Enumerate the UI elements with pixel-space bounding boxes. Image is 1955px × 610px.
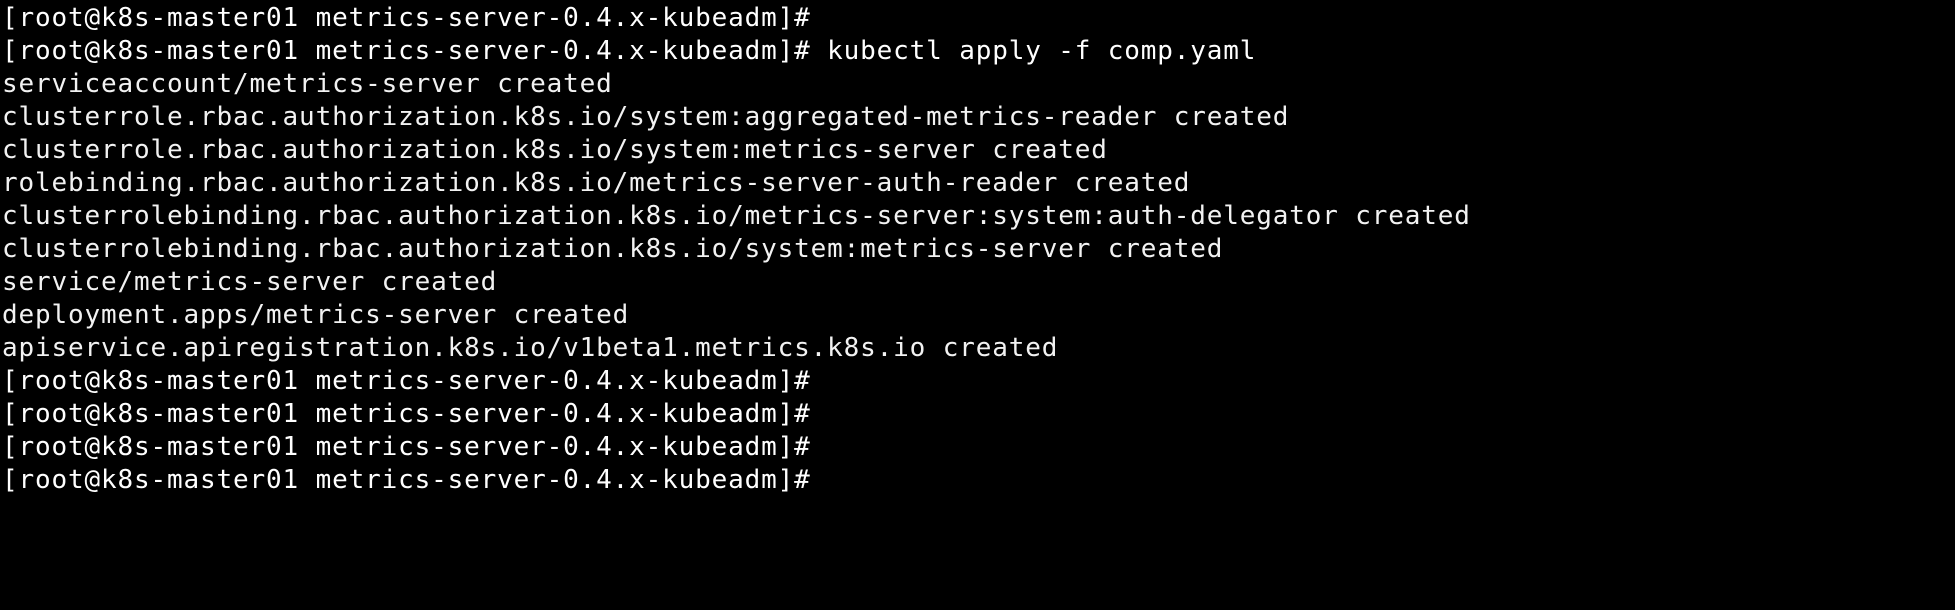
- terminal-window[interactable]: [root@k8s-master01 metrics-server-0.4.x-…: [0, 0, 1955, 610]
- terminal-prompt-line: [root@k8s-master01 metrics-server-0.4.x-…: [2, 465, 828, 495]
- terminal-prompt-line: [root@k8s-master01 metrics-server-0.4.x-…: [2, 36, 1257, 66]
- terminal-output-line: clusterrole.rbac.authorization.k8s.io/sy…: [2, 102, 1290, 132]
- terminal-output-line: clusterrole.rbac.authorization.k8s.io/sy…: [2, 135, 1108, 165]
- terminal-prompt-line: [root@k8s-master01 metrics-server-0.4.x-…: [2, 399, 828, 429]
- terminal-prompt-line: [root@k8s-master01 metrics-server-0.4.x-…: [2, 3, 828, 33]
- terminal-prompt-line: [root@k8s-master01 metrics-server-0.4.x-…: [2, 432, 828, 462]
- terminal-output-line: rolebinding.rbac.authorization.k8s.io/me…: [2, 168, 1191, 198]
- terminal-screen[interactable]: [root@k8s-master01 metrics-server-0.4.x-…: [0, 2, 1955, 497]
- terminal-prompt-line: [root@k8s-master01 metrics-server-0.4.x-…: [2, 366, 828, 396]
- terminal-output-line: deployment.apps/metrics-server created: [2, 300, 630, 330]
- terminal-output-line: apiservice.apiregistration.k8s.io/v1beta…: [2, 333, 1059, 363]
- terminal-output-line: service/metrics-server created: [2, 267, 498, 297]
- terminal-output-line: clusterrolebinding.rbac.authorization.k8…: [2, 201, 1471, 231]
- terminal-output-line: serviceaccount/metrics-server created: [2, 69, 613, 99]
- terminal-output-line: clusterrolebinding.rbac.authorization.k8…: [2, 234, 1224, 264]
